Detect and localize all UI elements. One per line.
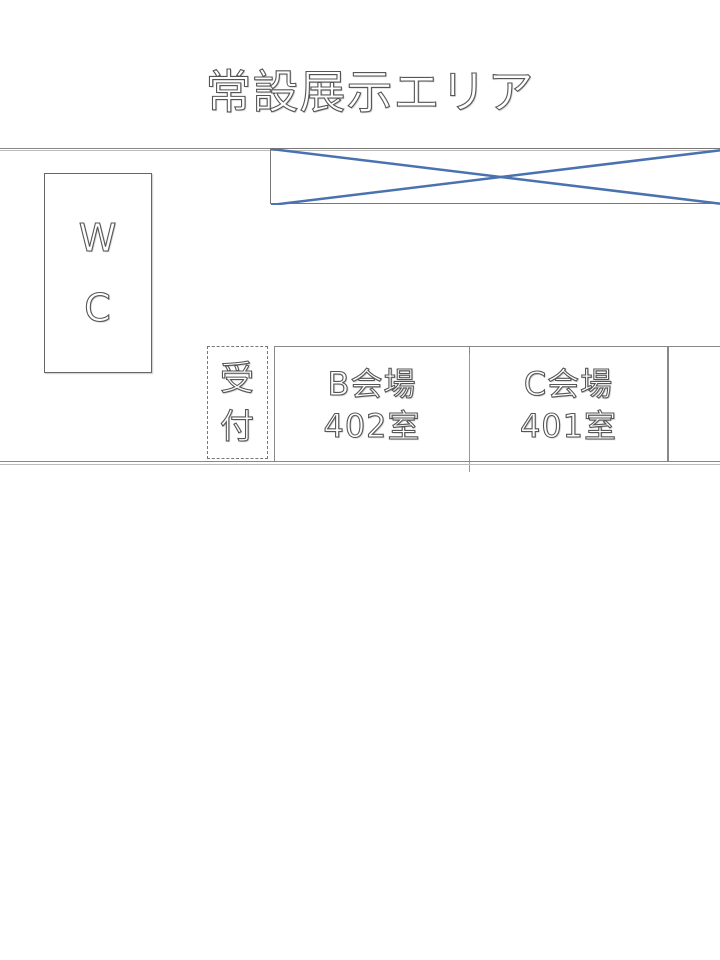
wall-line-bottom-inner <box>0 464 720 465</box>
room-b-number: 402室 <box>323 406 421 445</box>
room-b: B会場 402室 <box>274 346 470 462</box>
reception-label-2: 付 <box>219 406 255 447</box>
closed-area <box>270 148 720 205</box>
room-c-name: C会場 <box>523 364 614 403</box>
reception-desk: 受 付 <box>207 346 268 459</box>
room-next <box>668 346 720 462</box>
wc-room: W C <box>44 173 152 373</box>
cross-mark-icon <box>271 149 720 205</box>
wc-label-w: W <box>78 215 118 260</box>
room-b-name: B会場 <box>327 364 417 403</box>
room-c: C会場 401室 <box>470 346 668 462</box>
wall-line-bottom <box>0 461 720 462</box>
reception-label-1: 受 <box>219 358 255 399</box>
room-c-number: 401室 <box>519 406 618 445</box>
wc-label-c: C <box>84 285 112 330</box>
area-title: 常設展示エリア <box>205 64 535 119</box>
